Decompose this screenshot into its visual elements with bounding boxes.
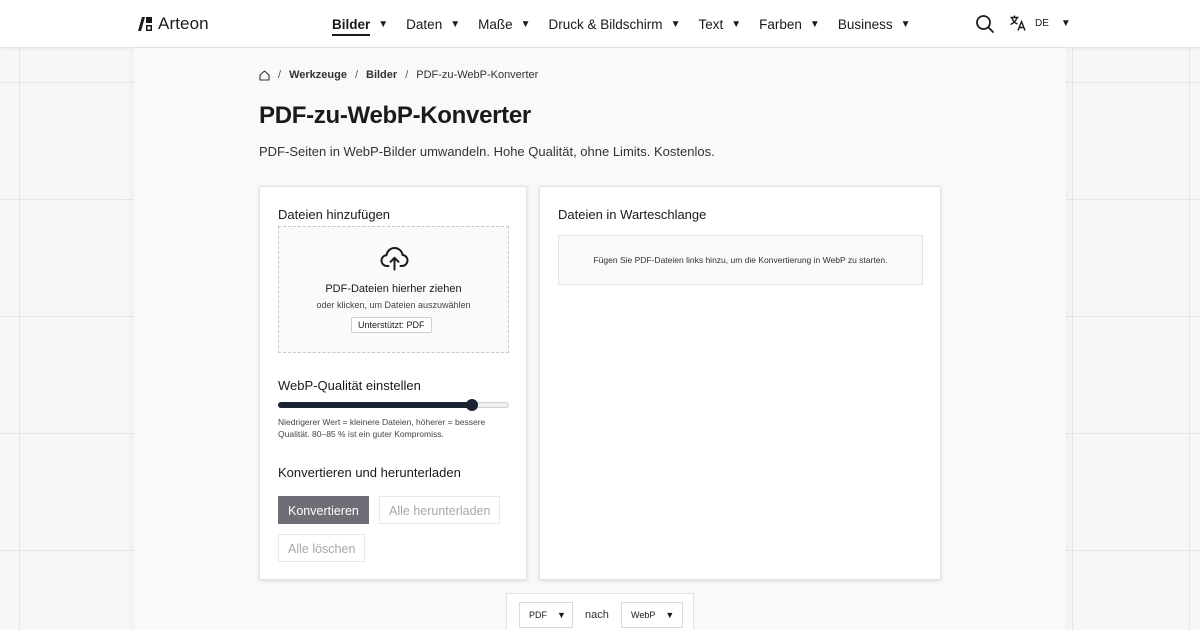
chevron-down-icon: ▼ <box>450 18 461 30</box>
actions-heading: Konvertieren und herunterladen <box>278 465 461 480</box>
chevron-down-icon: ▼ <box>670 18 681 30</box>
chevron-down-icon: ▼ <box>665 610 675 620</box>
arteon-logo-icon <box>138 17 152 31</box>
nav-item-daten[interactable]: Daten ▼ <box>406 0 460 48</box>
queue-empty-message: Fügen Sie PDF-Dateien links hinzu, um di… <box>558 235 923 285</box>
format-separator-label: nach <box>585 609 609 621</box>
target-format-value: WebP <box>631 610 656 620</box>
quality-heading: WebP-Qualität einstellen <box>278 378 421 393</box>
queue-heading: Dateien in Warteschlange <box>558 207 707 222</box>
upload-heading: Dateien hinzufügen <box>278 207 391 222</box>
nav-label: Maße <box>478 16 513 32</box>
source-format-value: PDF <box>529 610 547 620</box>
breadcrumb-separator: / <box>405 69 409 81</box>
chevron-down-icon: ▼ <box>557 610 566 620</box>
nav-label: Daten <box>406 16 443 32</box>
supported-format-badge: Unterstützt: PDF <box>351 317 432 333</box>
nav-item-druck-bildschirm[interactable]: Druck & Bildschirm ▼ <box>549 0 681 48</box>
nav-label: Text <box>698 16 724 32</box>
chevron-down-icon: ▼ <box>1060 17 1071 29</box>
file-dropzone[interactable]: PDF-Dateien hierher ziehen oder klicken,… <box>278 226 509 353</box>
search-icon <box>976 15 994 33</box>
upload-card: Dateien hinzufügen PDF-Dateien hierher z… <box>259 186 527 580</box>
main-nav: Bilder ▼ Daten ▼ Maße ▼ Druck & Bildschi… <box>332 0 929 48</box>
download-all-button[interactable]: Alle herunterladen <box>379 496 501 524</box>
slider-fill <box>278 402 472 408</box>
nav-label: Druck & Bildschirm <box>548 16 663 32</box>
quality-hint: Niedrigerer Wert = kleinere Dateien, höh… <box>278 417 486 439</box>
translate-icon <box>1010 15 1026 31</box>
breadcrumb-current: PDF-zu-WebP-Konverter <box>416 69 539 81</box>
quality-slider[interactable] <box>278 399 509 411</box>
nav-label: Business <box>837 16 893 32</box>
chevron-down-icon: ▼ <box>731 18 742 30</box>
page-subtitle: PDF-Seiten in WebP-Bilder umwandeln. Hoh… <box>259 144 715 159</box>
nav-label: Bilder <box>332 17 371 36</box>
language-selector[interactable]: DE ▼ <box>1009 14 1071 32</box>
breadcrumb-link-bilder[interactable]: Bilder <box>366 69 397 81</box>
nav-label: Farben <box>759 16 802 32</box>
brand-logo[interactable]: Arteon <box>137 14 209 34</box>
breadcrumb-link-werkzeuge[interactable]: Werkzeuge <box>289 69 347 81</box>
chevron-down-icon: ▼ <box>900 18 911 30</box>
breadcrumb-separator: / <box>278 69 282 81</box>
target-format-select[interactable]: WebP ▼ <box>621 602 683 628</box>
nav-item-text[interactable]: Text ▼ <box>698 0 741 48</box>
chevron-down-icon: ▼ <box>378 18 389 30</box>
queue-card: Dateien in Warteschlange Fügen Sie PDF-D… <box>539 186 941 580</box>
source-format-select[interactable]: PDF ▼ <box>519 602 573 628</box>
page-title: PDF-zu-WebP-Konverter <box>259 102 531 129</box>
dropzone-title: PDF-Dateien hierher ziehen <box>325 283 462 295</box>
clear-all-button[interactable]: Alle löschen <box>278 534 366 562</box>
brand-name: Arteon <box>158 14 209 33</box>
cloud-upload-icon <box>380 247 409 271</box>
top-navigation-bar: Arteon Bilder ▼ Daten ▼ Maße ▼ Druck & B… <box>0 0 1200 48</box>
search-button[interactable] <box>975 14 995 34</box>
slider-thumb[interactable] <box>466 399 478 411</box>
nav-item-farben[interactable]: Farben ▼ <box>759 0 820 48</box>
breadcrumb: / Werkzeuge / Bilder / PDF-zu-WebP-Konve… <box>259 69 538 81</box>
nav-item-masse[interactable]: Maße ▼ <box>478 0 530 48</box>
format-switcher: PDF ▼ nach WebP ▼ <box>506 593 694 630</box>
dropzone-hint: oder klicken, um Dateien auszuwählen <box>316 300 471 310</box>
chevron-down-icon: ▼ <box>809 18 820 30</box>
breadcrumb-separator: / <box>354 69 358 81</box>
language-code: DE <box>1035 17 1049 29</box>
chevron-down-icon: ▼ <box>520 18 531 30</box>
nav-item-bilder[interactable]: Bilder ▼ <box>332 0 388 48</box>
nav-item-business[interactable]: Business ▼ <box>838 0 911 48</box>
home-icon[interactable] <box>259 69 270 81</box>
convert-button[interactable]: Konvertieren <box>278 496 369 524</box>
